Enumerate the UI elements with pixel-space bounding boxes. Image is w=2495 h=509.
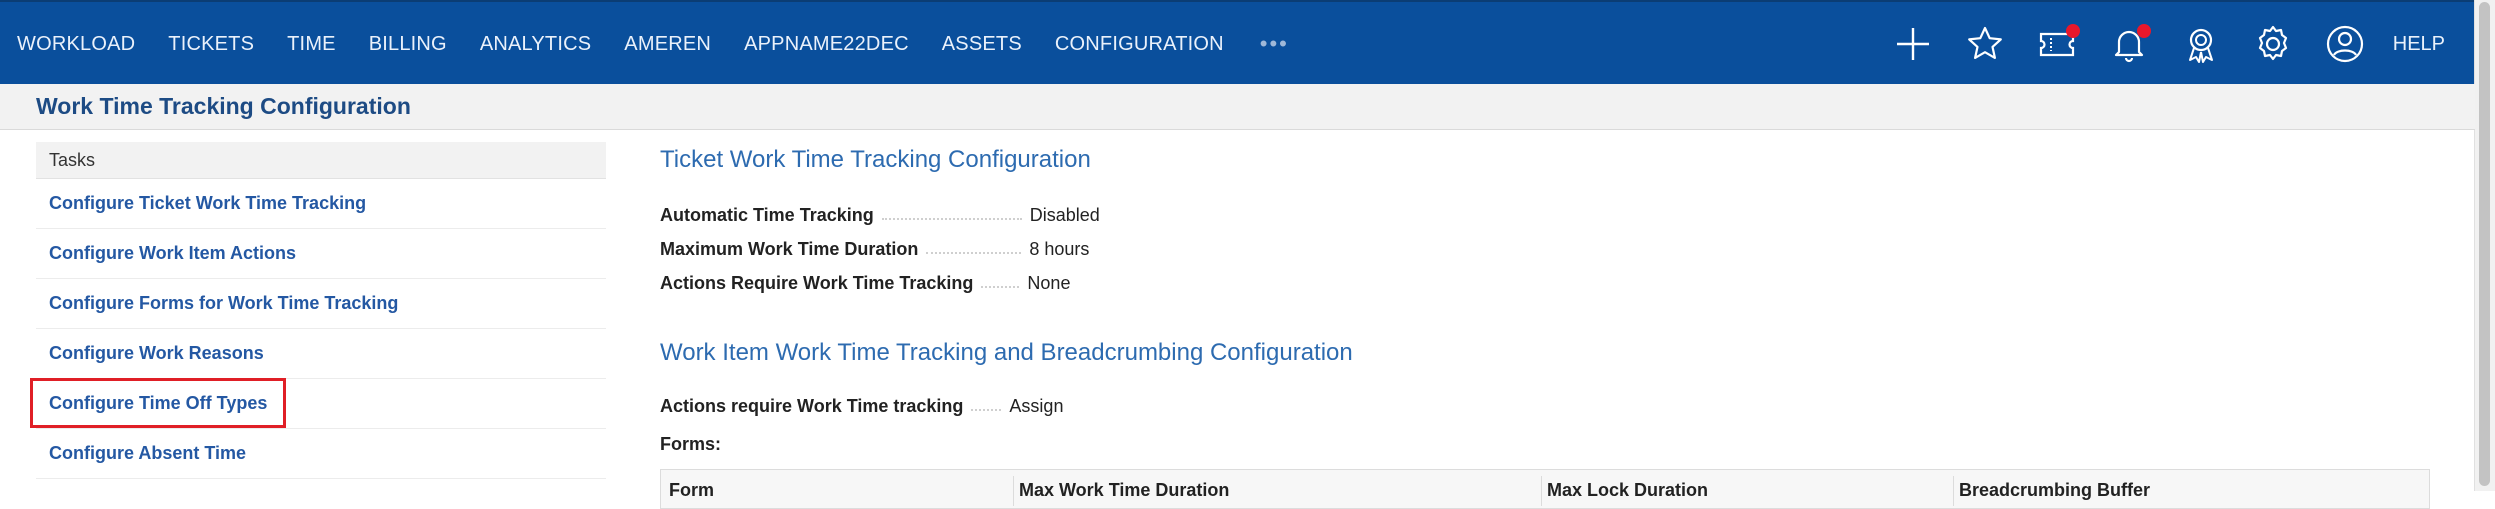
forms-table-header: Form Max Work Time Duration Max Lock Dur… [660,469,2430,509]
page-title: Work Time Tracking Configuration [36,93,411,119]
column-divider [1013,476,1014,506]
main-menu: WORKLOAD TICKETS TIME BILLING ANALYTICS … [0,2,1289,86]
ticket-config-row: Automatic Time Tracking Disabled [660,192,1460,226]
help-link[interactable]: HELP [2393,33,2445,56]
row-value: Assign [1009,396,1064,416]
nav-item-ameren[interactable]: AMEREN [624,33,711,56]
nav-item-time[interactable]: TIME [287,33,336,56]
award-icon [2188,28,2213,63]
ticket-config-row: Actions Require Work Time Tracking None [660,260,1460,294]
task-configure-absent-time[interactable]: Configure Absent Time [36,429,606,479]
plus-icon [1896,28,1929,60]
row-value: None [1027,273,1071,293]
add-button[interactable] [1877,2,1949,86]
top-navigation-bar: WORKLOAD TICKETS TIME BILLING ANALYTICS … [0,0,2475,84]
task-configure-time-off-types[interactable]: Configure Time Off Types [30,378,606,429]
leader-dots [926,252,1022,254]
nav-item-tickets[interactable]: TICKETS [168,33,254,56]
column-divider [1953,476,1954,506]
more-menu-button[interactable]: ••• [1260,31,1289,57]
nav-item-analytics[interactable]: ANALYTICS [480,33,591,56]
forms-label: Forms: [660,434,722,454]
notification-badge [2136,24,2151,38]
user-icon [2326,25,2363,63]
task-configure-work-reasons[interactable]: Configure Work Reasons [36,329,606,379]
achievements-button[interactable] [2165,2,2237,86]
nav-item-configuration[interactable]: CONFIGURATION [1055,33,1224,56]
tickets-button[interactable] [2021,2,2093,86]
task-configure-work-item-actions[interactable]: Configure Work Item Actions [36,229,606,279]
settings-button[interactable] [2237,2,2309,86]
row-label: Actions Require Work Time Tracking [660,273,974,293]
ticket-config-details: Automatic Time Tracking Disabled Maximum… [660,192,1460,294]
page-title-bar: Work Time Tracking Configuration [0,84,2475,130]
page-scrollbar[interactable] [2474,0,2495,491]
nav-item-billing[interactable]: BILLING [369,33,447,56]
row-label: Maximum Work Time Duration [660,239,919,259]
row-label: Actions require Work Time tracking [660,396,964,416]
nav-item-assets[interactable]: ASSETS [942,33,1022,56]
column-divider [1541,476,1542,506]
tasks-panel: Tasks Configure Ticket Work Time Trackin… [30,142,606,479]
row-value: Disabled [1029,205,1100,225]
ticket-config-title: Ticket Work Time Tracking Configuration [660,146,1091,173]
ticket-config-row: Maximum Work Time Duration 8 hours [660,226,1460,260]
tasks-header: Tasks [36,142,606,179]
workitem-config-details: Actions require Work Time tracking Assig… [660,383,1460,417]
profile-button[interactable] [2309,2,2381,86]
leader-dots [881,218,1022,220]
row-label: Automatic Time Tracking [660,205,874,225]
favorites-button[interactable] [1949,2,2021,86]
ticket-notification-badge [2065,24,2080,38]
leader-dots [981,286,1020,288]
star-icon [1967,26,2002,59]
workitem-config-row: Actions require Work Time tracking Assig… [660,383,1460,417]
nav-item-workload[interactable]: WORKLOAD [17,33,135,56]
task-configure-forms-for-work-time-tracking[interactable]: Configure Forms for Work Time Tracking [36,279,606,329]
row-value: 8 hours [1029,239,1090,259]
header-actions: HELP [1877,2,2475,86]
leader-dots [971,409,1002,411]
scrollbar-thumb[interactable] [2479,2,2490,486]
gear-icon [2258,25,2287,61]
task-configure-ticket-work-time-tracking[interactable]: Configure Ticket Work Time Tracking [36,179,606,229]
notifications-button[interactable] [2093,2,2165,86]
workitem-config-title: Work Item Work Time Tracking and Breadcr… [660,339,1353,366]
nav-item-appname22dec[interactable]: APPNAME22DEC [744,33,909,56]
